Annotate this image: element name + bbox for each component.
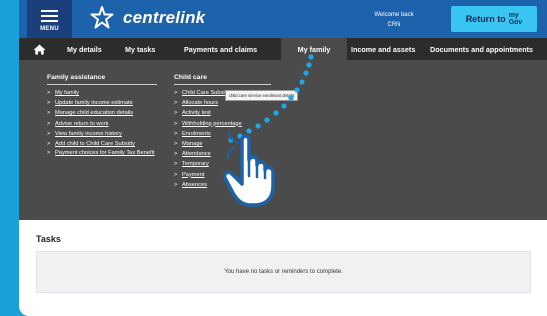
family-assistance-column: Family assistance > My family > Update fam… (47, 74, 157, 158)
menu-link-add-child-to-ccs[interactable]: > Add child to Child Care Subsidy (47, 139, 157, 149)
centrelink-star-icon (90, 6, 114, 29)
nav-my-tasks[interactable]: My tasks (123, 38, 180, 60)
hamburger-icon (41, 7, 58, 25)
mygov-logo: my Gov (508, 12, 523, 26)
menu-link-update-family-income-estimate[interactable]: > Update family income estimate (47, 98, 157, 108)
menu-button[interactable]: MENU (27, 0, 72, 38)
tasks-empty-message: You have no tasks or reminders to comple… (224, 269, 343, 275)
menu-link-view-family-income-history[interactable]: > View family income history (47, 129, 157, 139)
welcome-message: Welcome back CRN (374, 12, 414, 28)
menu-link-enrolments[interactable]: > Enrolments (174, 129, 271, 139)
browser-page: MENU centrelink Welcome back CRN Return … (19, 0, 547, 316)
link-tooltip: child care service enrolment details (225, 90, 299, 101)
home-icon (33, 44, 45, 54)
return-to-mygov-button[interactable]: Return to my Gov (451, 6, 537, 32)
nav-documents-and-appointments[interactable]: Documents and appointments (427, 38, 533, 60)
menu-label: MENU (40, 25, 59, 32)
nav-income-and-assets[interactable]: Income and assets (347, 38, 427, 60)
menu-link-manage[interactable]: > Manage (174, 139, 271, 149)
main-navigation: My details My tasks Payments and claims … (19, 38, 547, 60)
menu-link-activity-test[interactable]: > Activity test (174, 108, 271, 118)
nav-home[interactable] (19, 38, 59, 60)
menu-link-advise-return-to-work[interactable]: > Advise return to work (47, 119, 157, 129)
menu-link-absences[interactable]: > Absences (174, 180, 271, 190)
nav-my-family[interactable]: My family (281, 38, 347, 60)
menu-link-withholding-percentage[interactable]: > Withholding percentage (174, 119, 271, 129)
tasks-empty-panel: You have no tasks or reminders to comple… (36, 251, 531, 293)
menu-link-attendance[interactable]: > Attendance (174, 149, 271, 159)
nav-payments-and-claims[interactable]: Payments and claims (180, 38, 281, 60)
menu-link-temporary[interactable]: > Temporary ship (174, 159, 271, 169)
child-care-heading: Child care (174, 74, 271, 85)
my-family-dropdown: Family assistance > My family > Update fam… (19, 60, 547, 220)
tasks-heading: Tasks (36, 234, 61, 244)
nav-my-details[interactable]: My details (59, 38, 123, 60)
logo-text: centrelink (123, 8, 206, 27)
menu-link-payment-choices-ftb[interactable]: > Payment choices for Family Tax Benefit (47, 150, 157, 158)
header-bar: MENU centrelink Welcome back CRN Return … (19, 0, 547, 38)
menu-link-payment[interactable]: > Payment (174, 170, 271, 180)
menu-link-my-family[interactable]: > My family (47, 88, 157, 98)
return-label: Return to (465, 14, 506, 24)
menu-link-manage-child-education-details[interactable]: > Manage child education details (47, 108, 157, 118)
centrelink-logo[interactable]: centrelink (89, 5, 205, 31)
family-assistance-heading: Family assistance (47, 74, 157, 85)
